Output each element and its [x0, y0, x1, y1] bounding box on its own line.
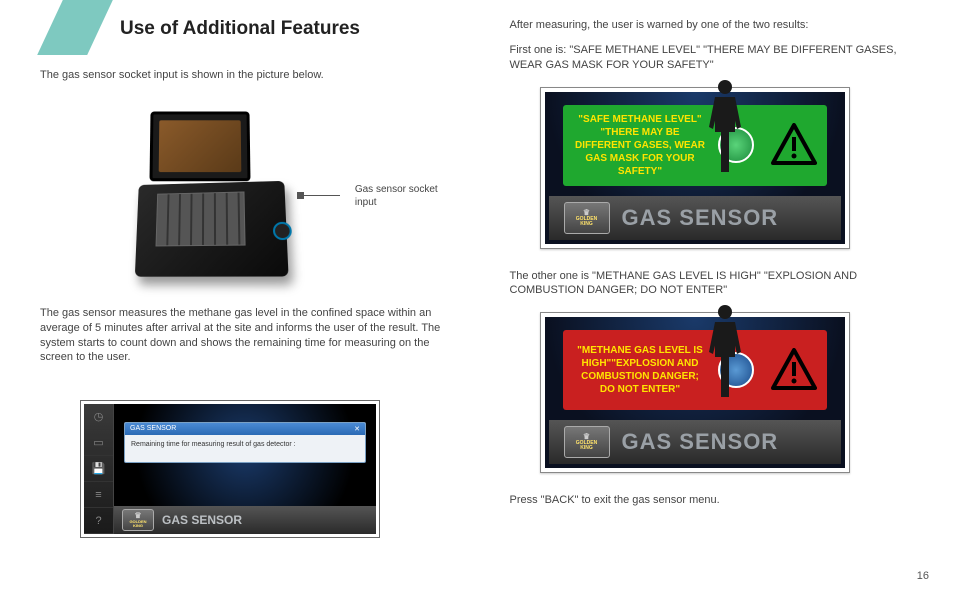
sidebar-icon: ▭: [84, 430, 113, 456]
sidebar-icon: ?: [84, 508, 113, 534]
titlebar-label: GAS SENSOR: [162, 513, 242, 527]
right-mid-text: The other one is "METHANE GAS LEVEL IS H…: [510, 269, 930, 299]
warning-triangle-icon: [771, 348, 817, 393]
title-bar: ♛ GOLDEN KING GAS SENSOR: [549, 196, 841, 240]
title-bar: ♛ GOLDEN KING GAS SENSOR: [114, 506, 376, 534]
person-standing-icon: [705, 77, 745, 187]
dialog-header: GAS SENSOR: [130, 425, 176, 433]
callout-leader-line: [301, 195, 340, 196]
device-screen: [149, 111, 250, 181]
right-outro-text: Press "BACK" to exit the gas sensor menu…: [510, 493, 930, 508]
brand-crest-icon: ♛ GOLDEN KING: [564, 426, 610, 458]
right-column: After measuring, the user is warned by o…: [500, 18, 930, 580]
page-container: Use of Additional Features The gas senso…: [0, 0, 954, 590]
right-intro-text-1: After measuring, the user is warned by o…: [510, 18, 930, 33]
right-intro-text-2: First one is: "SAFE METHANE LEVEL" "THER…: [510, 43, 930, 73]
measuring-screenshot: ◷ ▭ 💾 ≡ ? GAS SENSOR ✕ Remaining time fo…: [80, 400, 380, 538]
callout-label: Gas sensor socket input: [355, 183, 460, 209]
left-description-text: The gas sensor measures the methane gas …: [40, 306, 460, 365]
remaining-time-dialog: GAS SENSOR ✕ Remaining time for measurin…: [124, 422, 366, 463]
sidebar-icon: ◷: [84, 404, 113, 430]
left-intro-text: The gas sensor socket input is shown in …: [40, 68, 460, 83]
device-figure: Gas sensor socket input: [120, 111, 460, 281]
gas-sensor-port-icon: [273, 222, 292, 240]
device-illustration: [120, 111, 286, 281]
person-standing-icon: [705, 302, 745, 412]
brand-crest-icon: ♛ GOLDEN KING: [122, 509, 154, 531]
page-title: Use of Additional Features: [120, 18, 460, 40]
sidebar-icon: ≡: [84, 482, 113, 508]
safe-level-screenshot: "SAFE METHANE LEVEL" "THERE MAY BE DIFFE…: [540, 87, 850, 249]
danger-banner: "METHANE GAS LEVEL IS HIGH""EXPLOSION AN…: [563, 330, 827, 410]
sidebar-icon: 💾: [84, 456, 113, 482]
dialog-body-text: Remaining time for measuring result of g…: [125, 435, 365, 462]
warning-triangle-icon: [771, 123, 817, 168]
titlebar-label: GAS SENSOR: [622, 205, 779, 231]
titlebar-label: GAS SENSOR: [622, 429, 779, 455]
title-bar: ♛ GOLDEN KING GAS SENSOR: [549, 420, 841, 464]
page-number: 16: [917, 570, 929, 582]
danger-banner-message: "METHANE GAS LEVEL IS HIGH""EXPLOSION AN…: [573, 344, 708, 396]
safe-banner: "SAFE METHANE LEVEL" "THERE MAY BE DIFFE…: [563, 105, 827, 186]
danger-level-screenshot: "METHANE GAS LEVEL IS HIGH""EXPLOSION AN…: [540, 312, 850, 473]
left-column: Use of Additional Features The gas senso…: [40, 18, 470, 580]
device-keypad: [156, 191, 246, 246]
brand-crest-icon: ♛ GOLDEN KING: [564, 202, 610, 234]
device-body: [135, 181, 289, 277]
close-icon: ✕: [354, 425, 360, 433]
sidebar: ◷ ▭ 💾 ≡ ?: [84, 404, 114, 534]
safe-banner-message: "SAFE METHANE LEVEL" "THERE MAY BE DIFFE…: [573, 113, 708, 178]
